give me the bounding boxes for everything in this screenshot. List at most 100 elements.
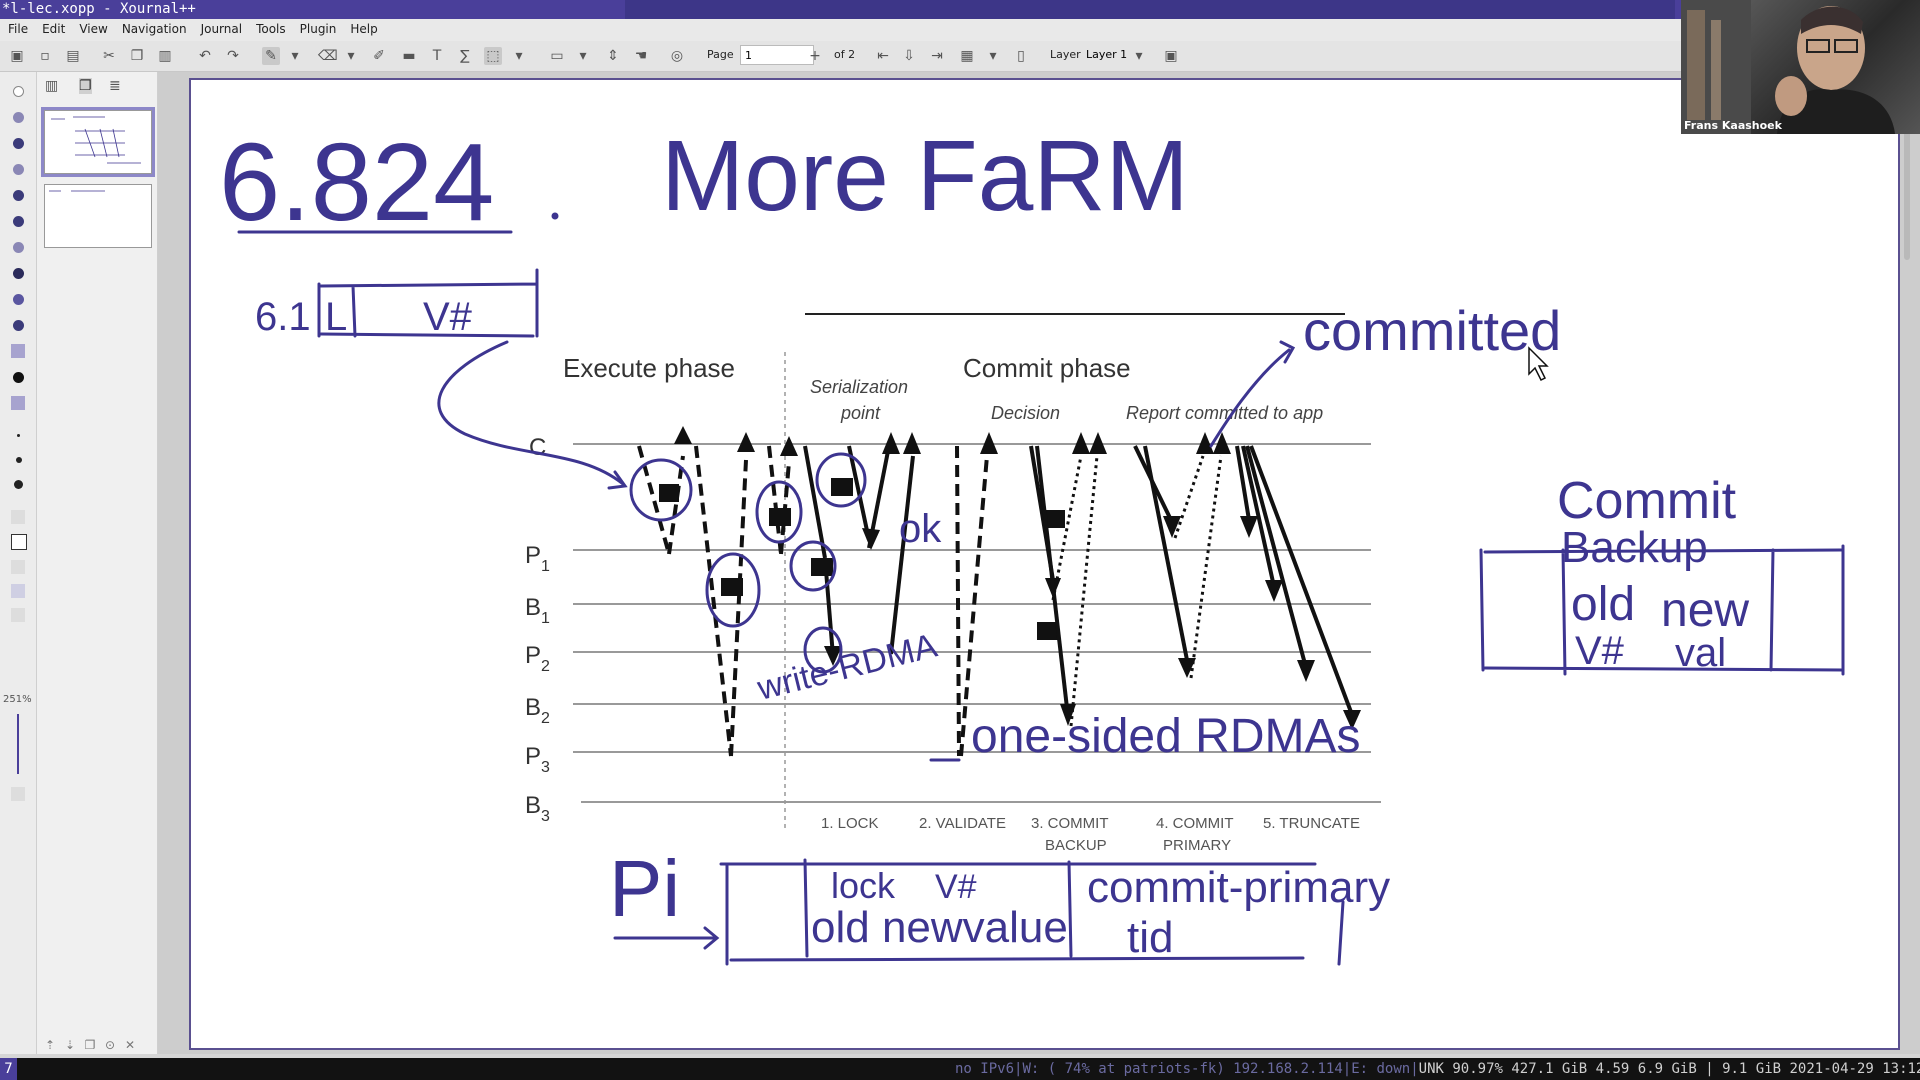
zoom-slider[interactable] — [17, 714, 19, 774]
color-4-icon[interactable] — [13, 190, 24, 201]
menu-tools[interactable]: Tools — [249, 19, 293, 36]
open-icon[interactable]: ▤ — [64, 47, 82, 65]
color-1-icon[interactable] — [13, 112, 24, 123]
hw-commit-backup-2: Backup — [1561, 523, 1708, 572]
thickness-fine-icon[interactable] — [17, 434, 20, 437]
text-icon[interactable]: T — [428, 47, 446, 65]
thickness-medium-icon[interactable] — [16, 457, 22, 463]
window-title: *l-lec.xopp - Xournal++ — [2, 1, 196, 17]
eraser-icon[interactable]: ⌫ — [318, 47, 338, 65]
redo-icon[interactable]: ↷ — [224, 47, 242, 65]
workspace-indicator[interactable]: 7 — [0, 1058, 17, 1080]
color-9-icon[interactable] — [13, 320, 24, 331]
highlighter-icon[interactable]: ✐ — [370, 47, 388, 65]
page-thumbnail-1[interactable] — [41, 107, 155, 177]
new-page-icon[interactable]: ▫ — [36, 47, 54, 65]
page-plus-icon[interactable]: + — [806, 47, 824, 65]
menu-journal[interactable]: Journal — [194, 19, 250, 36]
color-2-icon[interactable] — [13, 138, 24, 149]
page-settings-icon[interactable]: ⊙ — [100, 1038, 120, 1052]
hw-commit-primary: commit-primary — [1087, 863, 1390, 912]
menu-view[interactable]: View — [72, 19, 114, 36]
menu-navigation[interactable]: Navigation — [115, 19, 194, 36]
next-page-icon[interactable]: ⇩ — [900, 47, 918, 65]
commit-ack-arrows — [1051, 455, 1223, 727]
pages-list-icon[interactable]: ❐ — [79, 78, 92, 94]
hand-icon[interactable]: ☚ — [632, 47, 650, 65]
hw-old: old — [1571, 578, 1635, 631]
color-white-icon[interactable] — [13, 86, 24, 97]
image-icon[interactable]: ▬ — [400, 47, 418, 65]
pair-pages-icon[interactable] — [11, 608, 25, 622]
execute-arrowheads — [674, 426, 798, 456]
last-page-icon[interactable]: ⇥ — [928, 47, 946, 65]
hw-record-l: L — [325, 295, 347, 339]
color-black-icon[interactable] — [13, 372, 24, 383]
pen-dropdown-icon[interactable]: ▾ — [286, 47, 304, 65]
insert-page-icon[interactable]: ▦ — [958, 47, 976, 65]
fullscreen-icon[interactable]: ▣ — [1162, 47, 1180, 65]
menu-file[interactable]: File — [0, 19, 35, 36]
first-page-icon[interactable]: ⇤ — [874, 47, 892, 65]
pages-view-icon[interactable]: ▥ — [45, 78, 58, 94]
row-sub-b3: 3 — [541, 808, 550, 825]
menu-edit[interactable]: Edit — [35, 19, 72, 36]
color-purple-icon[interactable] — [11, 396, 25, 410]
undo-icon[interactable]: ↶ — [196, 47, 214, 65]
layers-icon[interactable]: ≣ — [109, 78, 121, 94]
page-thumbnail-2[interactable] — [44, 184, 152, 248]
vertical-scrollbar[interactable] — [1904, 120, 1910, 260]
paste-icon[interactable]: ▥ — [156, 47, 174, 65]
hw-write-rdma: write-RDMA — [753, 626, 941, 708]
delete-page-icon[interactable]: ▯ — [1012, 47, 1030, 65]
close-panel-icon[interactable]: ✕ — [120, 1038, 140, 1052]
menu-plugin[interactable]: Plugin — [293, 19, 344, 36]
thumbnail-sketch-1 — [51, 116, 141, 164]
ruler-icon[interactable] — [11, 534, 27, 550]
zoom-fit-icon[interactable] — [11, 787, 25, 801]
latex-icon[interactable]: ∑ — [456, 47, 474, 65]
cut-icon[interactable]: ✂ — [100, 47, 118, 65]
select-icon[interactable]: ⬚ — [484, 47, 502, 65]
vertical-space-icon[interactable]: ⇕ — [604, 47, 622, 65]
row-label-c: C — [529, 434, 546, 461]
color-5-icon[interactable] — [13, 216, 24, 227]
copy-page-icon[interactable]: ❐ — [80, 1038, 100, 1052]
grid-icon[interactable] — [11, 560, 25, 574]
shape-icon[interactable]: ▭ — [548, 47, 566, 65]
page-number-input[interactable]: 1 — [740, 45, 814, 65]
eraser-dropdown-icon[interactable]: ▾ — [342, 47, 360, 65]
page-drawing: C P 1 B 1 P 2 B 2 P 3 B 3 Execute phase … — [219, 120, 1845, 966]
audio-icon[interactable]: ◎ — [668, 47, 686, 65]
hw-vnum: V# — [1575, 629, 1625, 673]
thickness-thick-icon[interactable] — [14, 480, 23, 489]
layout-icon[interactable] — [11, 584, 25, 598]
hw-record-id: 6.1 — [255, 295, 311, 339]
pen-icon[interactable]: ✎ — [262, 47, 280, 65]
menu-help[interactable]: Help — [343, 19, 384, 36]
page-label: Page — [707, 48, 734, 61]
layer-dropdown-icon[interactable]: ▾ — [1130, 47, 1148, 65]
hw-lock: lock — [831, 865, 896, 906]
color-8-icon[interactable] — [13, 294, 24, 305]
move-page-up-icon[interactable]: ⇡ — [40, 1038, 60, 1052]
step-commit-backup: 3. COMMIT — [1031, 815, 1109, 832]
step-lock: 1. LOCK — [821, 815, 879, 832]
journal-page[interactable]: C P 1 B 1 P 2 B 2 P 3 B 3 Execute phase … — [189, 78, 1900, 1050]
color-3-icon[interactable] — [13, 164, 24, 175]
row-label-p2: P — [525, 642, 541, 669]
hw-old-new: old newvalue — [811, 903, 1068, 952]
color-7-icon[interactable] — [13, 268, 24, 279]
status-eth: E: down — [1351, 1061, 1411, 1077]
copy-icon[interactable]: ❐ — [128, 47, 146, 65]
hw-title-dot — [551, 212, 559, 220]
fill-icon[interactable] — [11, 510, 25, 524]
move-page-down-icon[interactable]: ⇣ — [60, 1038, 80, 1052]
save-icon[interactable]: ▣ — [8, 47, 26, 65]
color-6-icon[interactable] — [13, 242, 24, 253]
select-dropdown-icon[interactable]: ▾ — [510, 47, 528, 65]
shape-dropdown-icon[interactable]: ▾ — [574, 47, 592, 65]
insert-dropdown-icon[interactable]: ▾ — [984, 47, 1002, 65]
color-selected-icon[interactable] — [11, 344, 25, 358]
zoom-level: 251% — [3, 694, 32, 705]
